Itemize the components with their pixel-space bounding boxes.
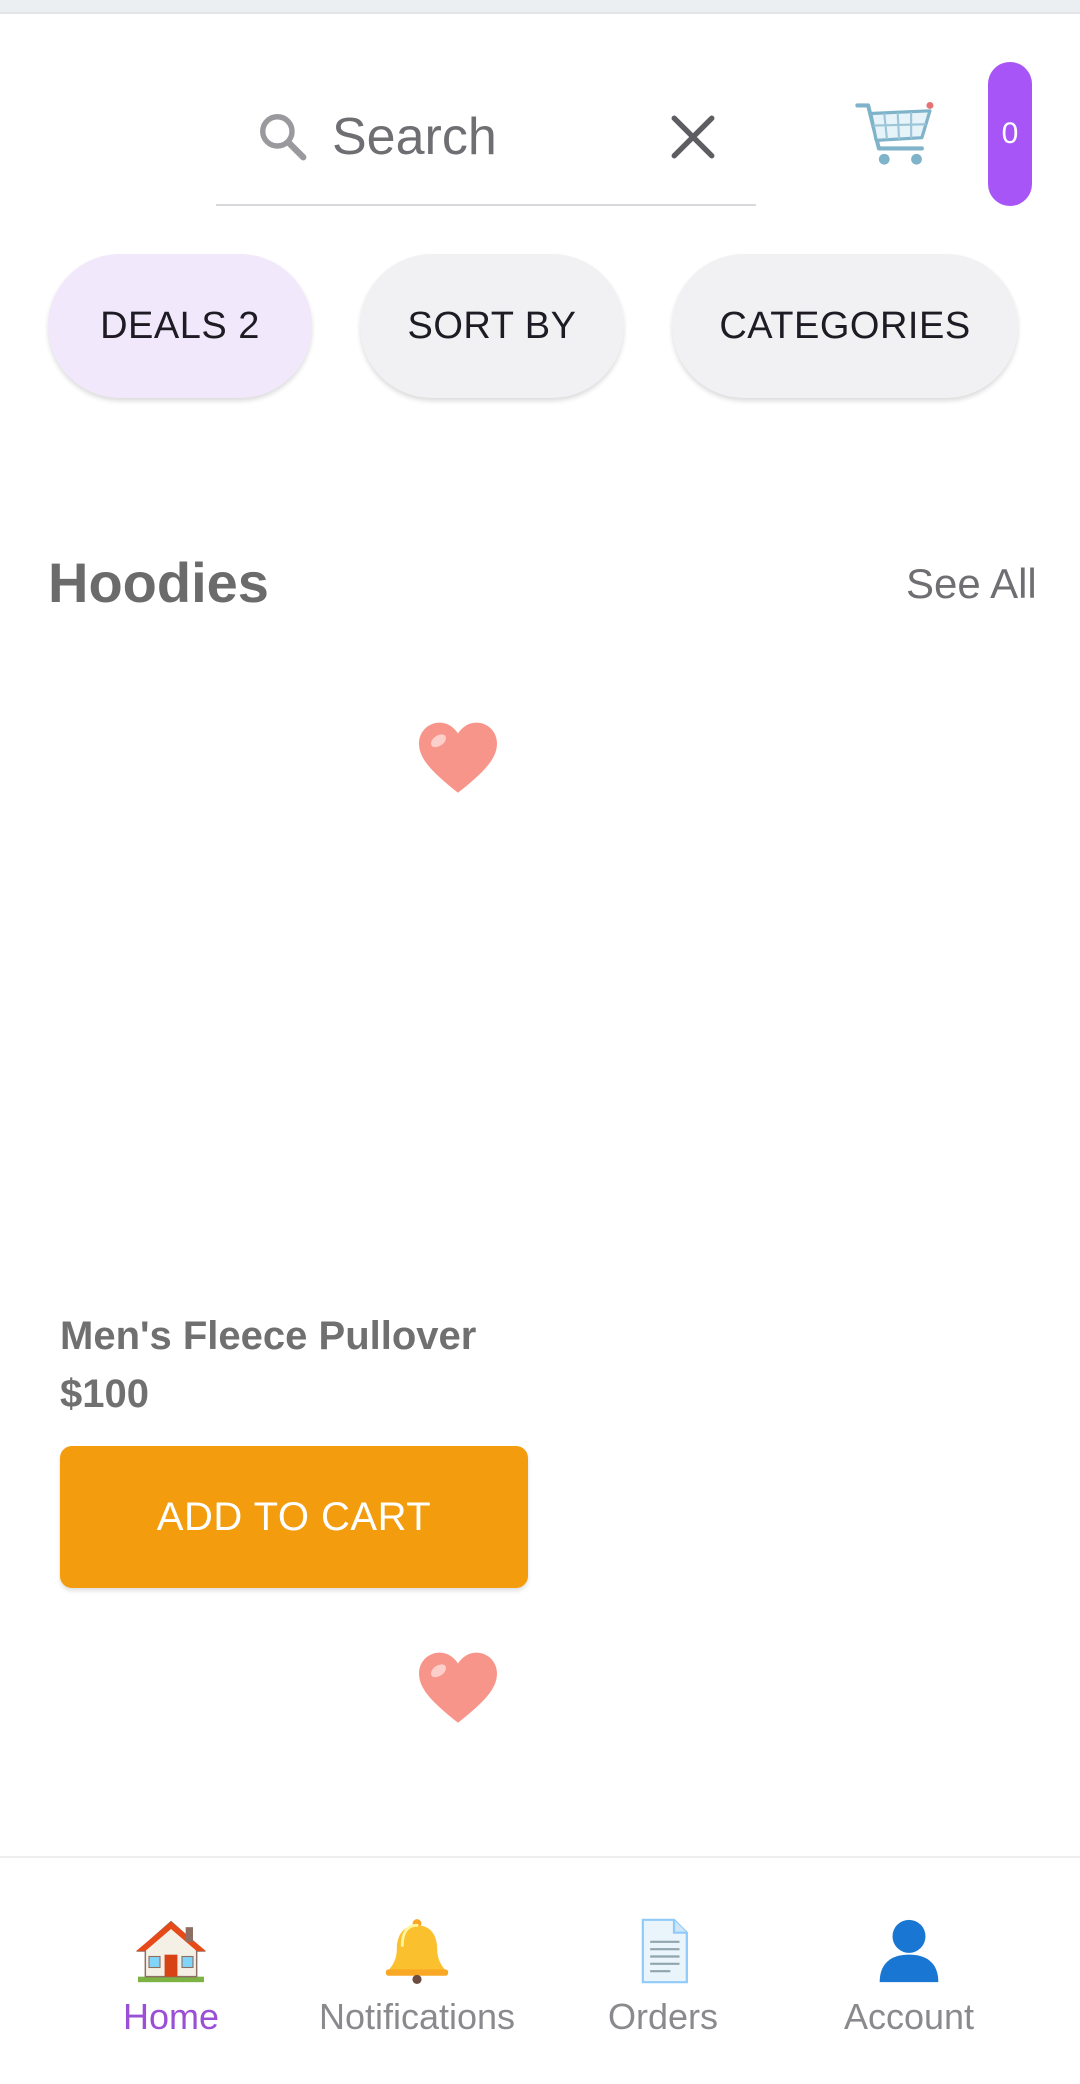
deals-chip[interactable]: DEALS 2 [48,254,312,398]
document-icon [641,1918,688,1984]
search-bar [216,88,756,206]
product-price: $100 [60,1372,149,1416]
shopping-cart-icon[interactable] [852,92,938,178]
search-input[interactable] [332,102,632,172]
sort-by-chip[interactable]: SORT BY [360,254,624,398]
cart-count-badge[interactable]: 0 [988,62,1032,206]
see-all-link[interactable]: See All [906,560,1037,608]
user-icon [879,1919,939,1983]
nav-item-account[interactable]: Account [784,1918,1034,2068]
filter-chips: DEALS 2 SORT BY CATEGORIES [48,254,1048,400]
search-icon [260,114,307,161]
nav-item-home[interactable]: Home [46,1918,296,2068]
nav-label-orders: Orders [607,1996,719,2037]
nav-item-notifications[interactable]: Notifications [292,1918,542,2068]
add-to-cart-button[interactable]: ADD TO CART [60,1446,528,1588]
product-name: Men's Fleece Pullover [60,1314,477,1358]
nav-label-account: Account [843,1996,975,2037]
favorite-heart-icon[interactable] [416,1650,500,1728]
section-title: Hoodies [48,551,269,614]
bottom-navigation: Home Notifications Orders Account [0,1856,1080,2084]
status-bar-strip [0,0,1080,14]
close-icon[interactable] [668,112,718,162]
bell-icon [385,1919,449,1984]
house-icon [136,1920,206,1983]
categories-chip[interactable]: CATEGORIES [672,254,1018,398]
nav-label-notifications: Notifications [318,1996,516,2037]
nav-item-orders[interactable]: Orders [538,1918,788,2068]
nav-label-home: Home [122,1996,220,2037]
favorite-heart-icon[interactable] [416,720,500,798]
